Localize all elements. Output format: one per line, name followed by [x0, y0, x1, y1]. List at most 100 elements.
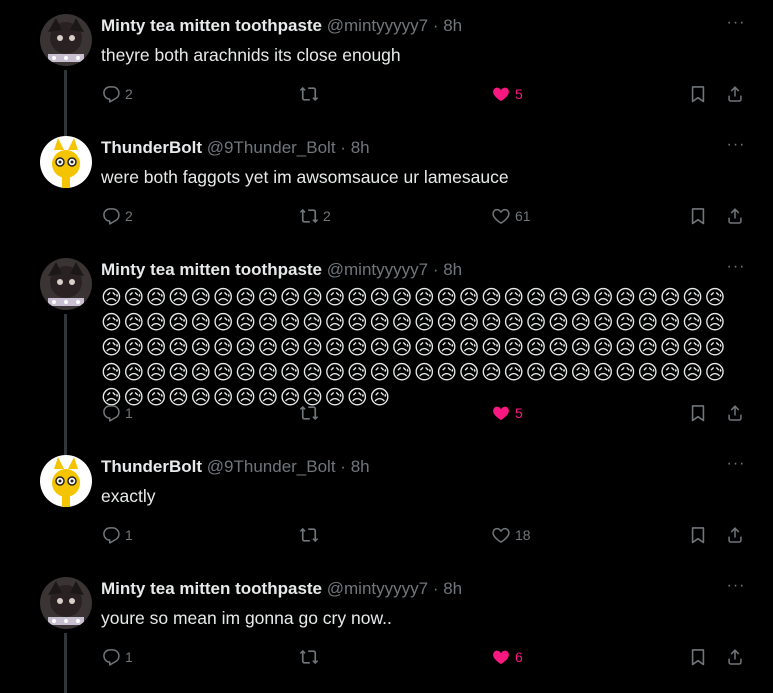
share-icon	[728, 86, 742, 102]
bookmark-icon	[691, 649, 705, 666]
tweet-5[interactable]: Minty tea mitten toothpaste @mintyyyyy7 …	[0, 577, 760, 693]
display-name[interactable]: ThunderBolt	[101, 457, 202, 476]
bookmark-icon	[691, 405, 705, 422]
avatar-minty[interactable]	[40, 14, 92, 66]
more-icon[interactable]: ···	[724, 137, 748, 158]
user-handle[interactable]: @mintyyyyy7	[327, 579, 428, 598]
like-count: 5	[515, 86, 523, 102]
scrollbar[interactable]	[760, 0, 773, 692]
reply-button[interactable]: 1	[101, 645, 133, 669]
tweet-header: Minty tea mitten toothpaste @mintyyyyy7 …	[101, 260, 462, 280]
more-icon[interactable]: ···	[724, 578, 748, 599]
retweet-button[interactable]: 2	[299, 204, 331, 228]
display-name[interactable]: Minty tea mitten toothpaste	[101, 16, 322, 35]
like-button[interactable]: 61	[491, 204, 531, 228]
retweet-icon	[299, 208, 319, 224]
reply-icon	[103, 649, 120, 666]
retweet-icon	[299, 649, 319, 665]
timestamp[interactable]: 8h	[443, 260, 462, 279]
avatar-minty[interactable]	[40, 258, 92, 310]
tweet-1[interactable]: Minty tea mitten toothpaste @mintyyyyy7 …	[0, 14, 760, 136]
share-button[interactable]	[725, 204, 745, 228]
separator-dot: ·	[432, 16, 439, 35]
heart-icon	[492, 208, 510, 224]
separator-dot: ·	[340, 138, 346, 157]
heart-icon	[493, 650, 509, 665]
display-name[interactable]: Minty tea mitten toothpaste	[101, 579, 322, 598]
tweet-3[interactable]: Minty tea mitten toothpaste @mintyyyyy7 …	[0, 258, 760, 458]
like-count: 6	[515, 649, 523, 665]
reply-thread: Minty tea mitten toothpaste @mintyyyyy7 …	[0, 0, 760, 693]
tweet-text: theyre both arachnids its close enough	[101, 45, 401, 65]
tweet-actions: 2 2 61	[101, 204, 751, 228]
bookmark-icon	[691, 527, 705, 544]
tweet-text: exactly	[101, 486, 156, 506]
reply-icon	[103, 527, 120, 544]
reply-button[interactable]: 1	[101, 401, 133, 425]
user-handle[interactable]: @mintyyyyy7	[327, 260, 428, 279]
avatar-minty[interactable]	[40, 577, 92, 629]
user-handle[interactable]: @9Thunder_Bolt	[207, 138, 336, 157]
tweet-text: youre so mean im gonna go cry now..	[101, 608, 392, 628]
retweet-button[interactable]	[299, 523, 323, 547]
retweet-button[interactable]	[299, 401, 323, 425]
reply-button[interactable]: 2	[101, 82, 133, 106]
retweet-button[interactable]	[299, 645, 323, 669]
bookmark-button[interactable]	[688, 401, 708, 425]
display-name[interactable]: Minty tea mitten toothpaste	[101, 260, 322, 279]
reply-icon	[103, 86, 120, 103]
like-button[interactable]: 6	[491, 645, 523, 669]
user-handle[interactable]: @9Thunder_Bolt	[207, 457, 336, 476]
retweet-icon	[299, 527, 319, 543]
share-icon	[728, 208, 742, 224]
reply-button[interactable]: 1	[101, 523, 133, 547]
avatar-thunderbolt[interactable]	[40, 136, 92, 188]
bookmark-icon	[691, 208, 705, 225]
bookmark-button[interactable]	[688, 204, 708, 228]
like-button[interactable]: 5	[491, 401, 523, 425]
reply-icon	[103, 405, 120, 422]
display-name[interactable]: ThunderBolt	[101, 138, 202, 157]
retweet-button[interactable]	[299, 82, 323, 106]
share-button[interactable]	[725, 401, 745, 425]
tweet-header: Minty tea mitten toothpaste @mintyyyyy7 …	[101, 16, 462, 36]
reply-count: 2	[125, 86, 133, 102]
separator-dot: ·	[432, 260, 439, 279]
reply-button[interactable]: 2	[101, 204, 133, 228]
timestamp[interactable]: 8h	[443, 579, 462, 598]
share-icon	[728, 405, 742, 421]
bookmark-button[interactable]	[688, 523, 708, 547]
like-count: 5	[515, 405, 523, 421]
more-icon[interactable]: ···	[724, 15, 748, 36]
timestamp[interactable]: 8h	[351, 457, 370, 476]
tweet-actions: 2 5	[101, 82, 751, 106]
avatar-thunderbolt[interactable]	[40, 455, 92, 507]
timestamp[interactable]: 8h	[351, 138, 370, 157]
user-handle[interactable]: @mintyyyyy7	[327, 16, 428, 35]
reply-count: 1	[125, 405, 133, 421]
separator-dot: ·	[340, 457, 346, 476]
share-button[interactable]	[725, 82, 745, 106]
tweet-header: Minty tea mitten toothpaste @mintyyyyy7 …	[101, 579, 462, 599]
more-icon[interactable]: ···	[724, 456, 748, 477]
tweet-text: were both faggots yet im awsomsauce ur l…	[101, 167, 509, 187]
tweet-header: ThunderBolt @9Thunder_Bolt · 8h	[101, 138, 370, 158]
share-icon	[728, 649, 742, 665]
more-icon[interactable]: ···	[724, 259, 748, 280]
like-button[interactable]: 18	[491, 523, 531, 547]
reply-count: 2	[125, 208, 133, 224]
tweet-4[interactable]: ThunderBolt @9Thunder_Bolt · 8h ··· exac…	[0, 455, 760, 565]
like-count: 18	[515, 527, 531, 543]
retweet-count: 2	[323, 208, 331, 224]
like-button[interactable]: 5	[491, 82, 523, 106]
share-button[interactable]	[725, 645, 745, 669]
tweet-2[interactable]: ThunderBolt @9Thunder_Bolt · 8h ··· were…	[0, 136, 760, 246]
timestamp[interactable]: 8h	[443, 16, 462, 35]
share-button[interactable]	[725, 523, 745, 547]
bookmark-button[interactable]	[688, 82, 708, 106]
tweet-actions: 1 18	[101, 523, 751, 547]
bookmark-button[interactable]	[688, 645, 708, 669]
tweet-text: 😥😥😥😥😥😥😥😥😥😥😥😥😥😥😥😥😥😥😥😥😥😥😥😥😥😥😥😥😥😥😥😥😥😥😥😥😥😥😥😥…	[101, 287, 727, 409]
heart-icon	[492, 527, 510, 543]
thread-line	[64, 314, 67, 458]
